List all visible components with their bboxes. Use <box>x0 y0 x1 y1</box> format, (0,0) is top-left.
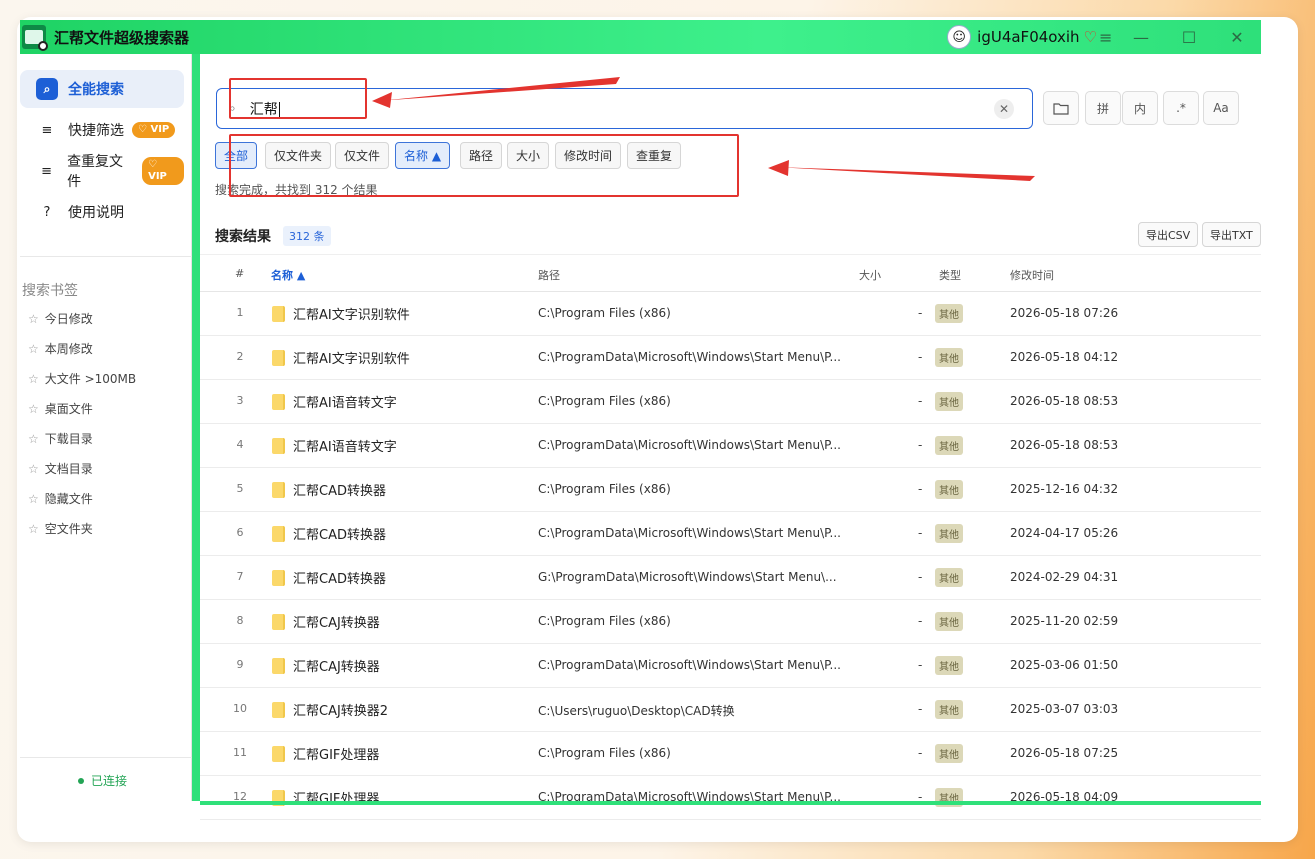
annotation-arrows <box>372 77 1035 181</box>
arrow-to-filters <box>768 160 1035 181</box>
arrow-to-search <box>372 77 620 108</box>
